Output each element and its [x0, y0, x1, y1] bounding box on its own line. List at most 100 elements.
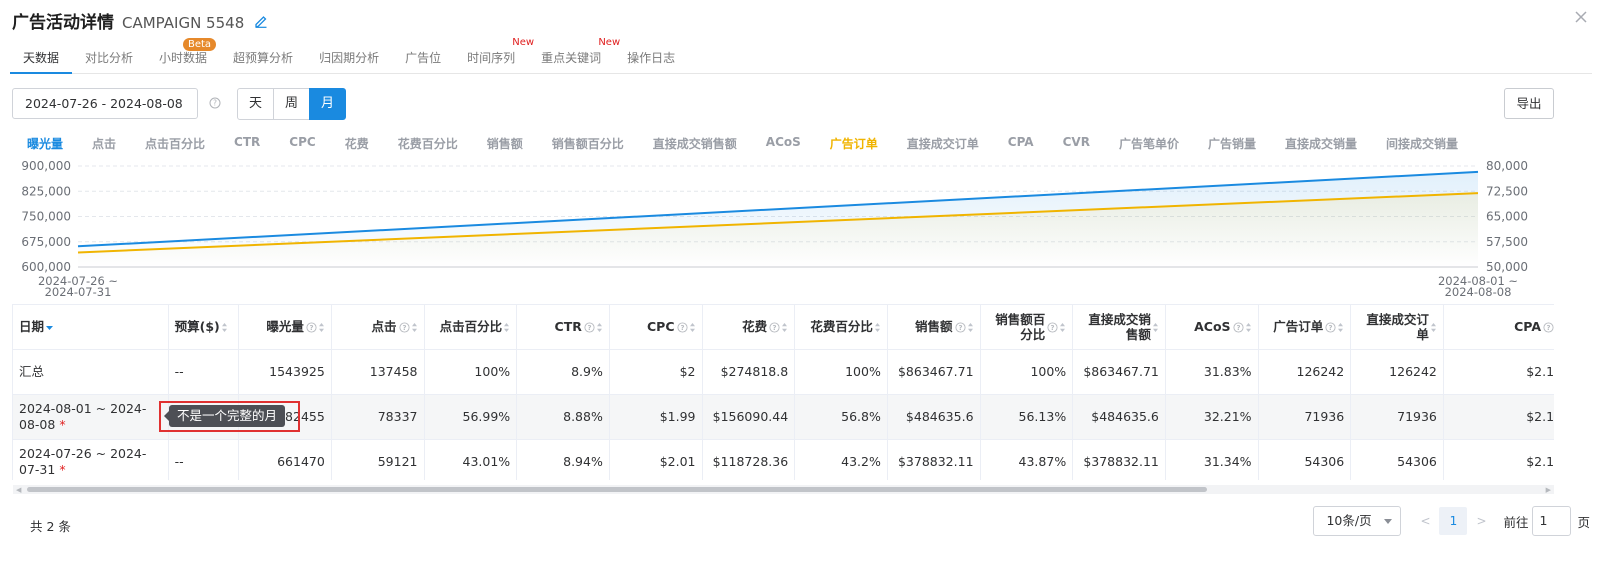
help-icon[interactable]: ?	[398, 321, 410, 333]
help-icon[interactable]: ?	[676, 321, 688, 333]
sort-icon[interactable]	[596, 321, 603, 333]
sort-icon[interactable]	[967, 321, 974, 333]
metric-option[interactable]: 直接成交销售额	[653, 135, 737, 153]
column-header[interactable]: 销售额百分比?	[980, 305, 1074, 350]
metric-option[interactable]: 直接成交订单	[907, 135, 979, 153]
sort-icon[interactable]	[1337, 321, 1344, 333]
date-range-picker[interactable]: 2024-07-26 - 2024-08-08	[12, 88, 198, 119]
scroll-left-icon[interactable]: ◀	[16, 486, 21, 494]
tab-label: 重点关键词	[541, 51, 602, 65]
prev-page-button[interactable]: <	[1413, 514, 1437, 528]
help-icon[interactable]: ?	[1543, 321, 1554, 333]
next-page-button[interactable]: >	[1469, 514, 1493, 528]
column-header[interactable]: 点击?	[331, 305, 425, 350]
sort-icon[interactable]	[1430, 321, 1437, 333]
column-header[interactable]: 预算($)	[168, 305, 240, 350]
goto-page-input[interactable]: 1	[1532, 506, 1572, 536]
granularity-button-1[interactable]: 周	[273, 88, 310, 120]
column-header[interactable]: 销售额?	[887, 305, 981, 350]
column-header[interactable]: CPA?	[1443, 305, 1554, 350]
sort-icon[interactable]	[689, 321, 696, 333]
incomplete-marker[interactable]: *	[59, 462, 65, 477]
incomplete-marker[interactable]: *	[59, 417, 65, 432]
scrollbar-thumb[interactable]	[27, 487, 1207, 492]
metric-option[interactable]: 广告笔单价	[1119, 135, 1179, 153]
help-icon[interactable]: ?	[769, 321, 780, 333]
sort-icon[interactable]	[781, 321, 788, 333]
table-cell: 43.01%	[424, 439, 518, 480]
help-icon[interactable]: ?	[209, 97, 221, 109]
page-size-select[interactable]: 10条/页	[1313, 506, 1402, 536]
scroll-right-icon[interactable]: ▶	[1546, 486, 1551, 494]
tab-8[interactable]: 操作日志	[614, 42, 688, 74]
column-label: CPA	[1514, 319, 1541, 335]
help-icon[interactable]: ?	[1047, 321, 1058, 333]
sort-icon[interactable]	[318, 321, 325, 333]
metric-option[interactable]: 间接成交销量	[1386, 135, 1458, 153]
column-label: 直接成交销售额	[1088, 311, 1151, 342]
metric-option[interactable]: 点击	[92, 135, 116, 153]
column-header[interactable]: 日期	[13, 305, 169, 350]
metric-option[interactable]: 曝光量	[27, 135, 63, 153]
column-header[interactable]: 广告订单?	[1258, 305, 1352, 350]
help-icon[interactable]: ?	[1232, 321, 1244, 333]
help-icon[interactable]: ?	[306, 321, 317, 333]
table-cell: $378832.11	[1072, 439, 1166, 480]
granularity-toggle: 天周月	[237, 88, 346, 120]
metric-option[interactable]: 花费百分比	[398, 135, 458, 153]
metric-option[interactable]: 点击百分比	[145, 135, 205, 153]
sort-icon[interactable]	[503, 321, 510, 333]
metric-option[interactable]: CPA	[1008, 135, 1034, 153]
metric-option[interactable]: CPC	[289, 135, 315, 153]
horizontal-scrollbar[interactable]: ◀ ▶	[13, 485, 1554, 494]
column-header[interactable]: 花费百分比	[794, 305, 888, 350]
tab-0[interactable]: 天数据	[10, 42, 73, 74]
sort-icon[interactable]	[1152, 321, 1159, 333]
help-icon[interactable]: ?	[954, 321, 966, 333]
column-header[interactable]: CTR?	[516, 305, 610, 350]
sort-icon[interactable]	[221, 321, 228, 333]
close-icon[interactable]	[1574, 10, 1588, 24]
metric-option[interactable]: CVR	[1063, 135, 1090, 153]
help-icon[interactable]: ?	[584, 321, 595, 333]
y-left-tick: 900,000	[21, 159, 71, 173]
export-button[interactable]: 导出	[1504, 88, 1554, 119]
column-header[interactable]: ACoS?	[1165, 305, 1259, 350]
column-header[interactable]: 点击百分比	[424, 305, 518, 350]
metric-option[interactable]: 广告销量	[1208, 135, 1256, 153]
metric-option[interactable]: 直接成交销量	[1285, 135, 1357, 153]
total-count: 共 2 条	[30, 519, 71, 534]
sort-icon[interactable]	[1059, 321, 1066, 333]
tab-7[interactable]: 重点关键词 New	[528, 37, 620, 74]
tab-5[interactable]: 广告位	[392, 42, 454, 74]
column-label: 花费	[742, 319, 768, 335]
column-header-content: 预算($)	[175, 319, 228, 334]
column-header[interactable]: CPC?	[609, 305, 703, 350]
sort-icon[interactable]	[411, 321, 418, 333]
metric-option[interactable]: 销售额百分比	[552, 135, 624, 153]
sort-icon[interactable]	[1245, 321, 1252, 333]
sort-icon[interactable]	[874, 321, 881, 333]
granularity-button-2[interactable]: 月	[309, 88, 346, 120]
tab-3[interactable]: 超预算分析	[220, 42, 306, 74]
sort-desc-icon[interactable]	[45, 321, 54, 332]
column-header[interactable]: 花费?	[702, 305, 796, 350]
tab-6[interactable]: 时间序列 New	[454, 37, 534, 74]
page-number-current[interactable]: 1	[1439, 507, 1468, 535]
edit-icon[interactable]	[254, 14, 268, 28]
column-header[interactable]: 直接成交销售额	[1072, 305, 1166, 350]
metric-option[interactable]: 花费	[345, 135, 369, 153]
metric-option[interactable]: 销售额	[487, 135, 523, 153]
tab-4[interactable]: 归因期分析	[306, 42, 392, 74]
tab-2[interactable]: 小时数据 Beta	[146, 38, 220, 74]
tab-1[interactable]: 对比分析	[72, 42, 146, 74]
table-cell: 71936	[1258, 394, 1352, 440]
column-header[interactable]: 直接成交订单	[1350, 305, 1444, 350]
metric-option[interactable]: CTR	[234, 135, 260, 153]
metric-option[interactable]: ACoS	[766, 135, 801, 153]
column-header-content: CPA?	[1514, 319, 1554, 334]
granularity-button-0[interactable]: 天	[237, 88, 274, 120]
help-icon[interactable]: ?	[1325, 321, 1336, 333]
column-header[interactable]: 曝光量?	[238, 305, 332, 350]
metric-option[interactable]: 广告订单	[830, 135, 878, 153]
